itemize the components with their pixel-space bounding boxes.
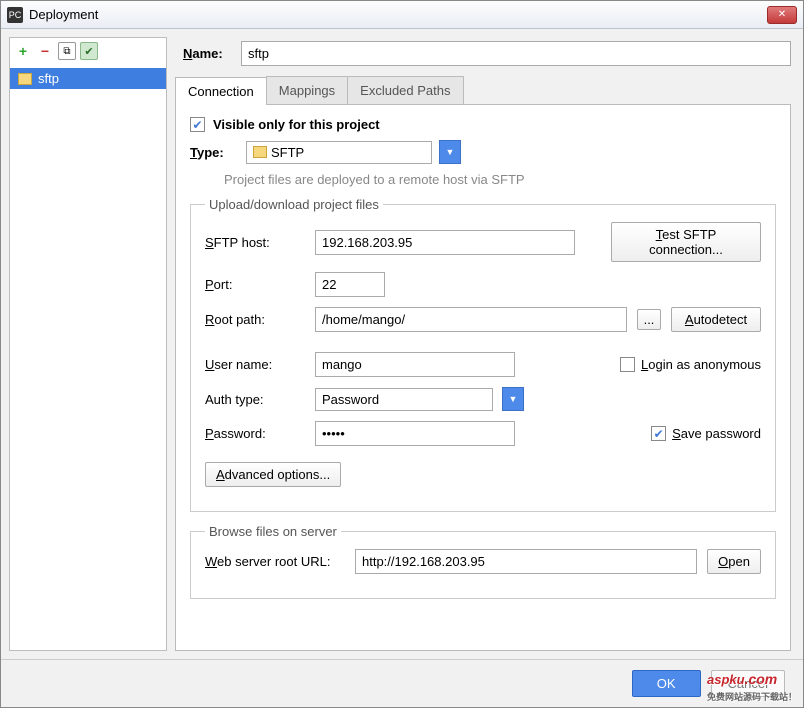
app-icon: PC (7, 7, 23, 23)
advanced-options-button[interactable]: Advanced options... (205, 462, 341, 487)
autodetect-button[interactable]: Autodetect (671, 307, 761, 332)
type-dropdown-icon[interactable]: ▼ (439, 140, 461, 164)
name-label: Name: (183, 46, 233, 61)
upload-group-label: Upload/download project files (205, 197, 383, 212)
add-icon[interactable]: + (14, 42, 32, 60)
close-button[interactable]: ✕ (767, 6, 797, 24)
name-input[interactable] (241, 41, 791, 66)
sidebar: + − ⧉ ✔ sftp (9, 37, 167, 651)
host-label: SFTP host: (205, 235, 305, 250)
auth-label: Auth type: (205, 392, 305, 407)
user-input[interactable] (315, 352, 515, 377)
save-password-label: Save password (672, 426, 761, 441)
auth-dropdown-icon[interactable]: ▼ (502, 387, 524, 411)
ok-button[interactable]: OK (632, 670, 701, 697)
test-connection-button[interactable]: Test SFTP connection... (611, 222, 761, 262)
visible-only-label: Visible only for this project (213, 117, 380, 132)
tab-mappings[interactable]: Mappings (266, 76, 348, 104)
copy-icon[interactable]: ⧉ (58, 42, 76, 60)
visible-only-checkbox[interactable] (190, 117, 205, 132)
sidebar-item-sftp[interactable]: sftp (10, 68, 166, 89)
port-input[interactable] (315, 272, 385, 297)
root-label: Root path: (205, 312, 305, 327)
user-label: User name: (205, 357, 305, 372)
type-select[interactable]: SFTP (246, 141, 432, 164)
sidebar-item-label: sftp (38, 71, 59, 86)
remove-icon[interactable]: − (36, 42, 54, 60)
type-label: Type: (190, 145, 238, 160)
host-input[interactable] (315, 230, 575, 255)
password-input[interactable] (315, 421, 515, 446)
browse-group-label: Browse files on server (205, 524, 341, 539)
window-title: Deployment (29, 7, 98, 22)
open-button[interactable]: Open (707, 549, 761, 574)
anonymous-checkbox[interactable] (620, 357, 635, 372)
weburl-input[interactable] (355, 549, 697, 574)
anonymous-label: Login as anonymous (641, 357, 761, 372)
save-password-checkbox[interactable] (651, 426, 666, 441)
sftp-icon (18, 73, 32, 85)
port-label: Port: (205, 277, 305, 292)
password-label: Password: (205, 426, 305, 441)
cancel-button[interactable]: Cancel (711, 670, 785, 697)
tab-excluded[interactable]: Excluded Paths (347, 76, 463, 104)
validate-icon[interactable]: ✔ (80, 42, 98, 60)
type-hint: Project files are deployed to a remote h… (224, 172, 776, 187)
weburl-label: Web server root URL: (205, 554, 345, 569)
tab-connection[interactable]: Connection (175, 77, 267, 105)
sftp-type-icon (253, 146, 267, 158)
auth-select[interactable]: Password (315, 388, 493, 411)
browse-root-button[interactable]: ... (637, 309, 661, 330)
tab-bar: Connection Mappings Excluded Paths (175, 76, 791, 105)
root-input[interactable] (315, 307, 627, 332)
